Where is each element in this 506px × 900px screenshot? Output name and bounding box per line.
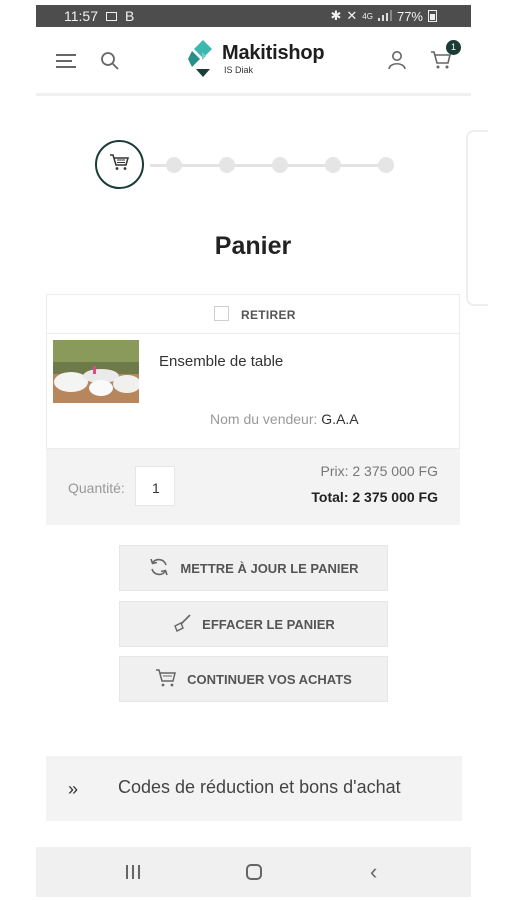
- menu-icon[interactable]: [56, 54, 76, 72]
- stepper-step: [272, 157, 288, 173]
- app-header: Makitishop IS Diak 1: [36, 27, 471, 96]
- bluetooth-icon: ✱: [330, 8, 342, 23]
- cart-icon: [155, 668, 177, 691]
- refresh-icon: [148, 556, 170, 581]
- signal-icon: [377, 9, 392, 24]
- carrier-badge: B: [125, 8, 135, 24]
- quantity-label: Quantité:: [68, 480, 125, 496]
- stepper-step: [378, 157, 394, 173]
- vendor-info: Nom du vendeur: G.A.A: [210, 411, 359, 427]
- broom-icon: [172, 613, 192, 636]
- cart-count-badge: 1: [446, 40, 461, 55]
- status-bar: 11:57 B ✱ ✕ 4G 77%: [36, 5, 471, 27]
- recent-apps-icon[interactable]: [126, 865, 140, 879]
- stepper-track: [150, 164, 386, 167]
- status-time: 11:57: [64, 8, 98, 24]
- logo-icon[interactable]: [188, 40, 218, 80]
- continue-shopping-button[interactable]: CONTINUER VOS ACHATS: [119, 656, 388, 702]
- coupons-accordion[interactable]: » Codes de réduction et bons d'achat: [46, 756, 462, 821]
- item-total: Total: 2 375 000 FG: [311, 489, 438, 505]
- continue-shopping-label: CONTINUER VOS ACHATS: [187, 671, 352, 687]
- product-thumbnail[interactable]: [53, 340, 139, 403]
- coupons-label: Codes de réduction et bons d'achat: [118, 777, 401, 797]
- cart-item-card: RETIRER Ensemble de table Nom du vendeur…: [46, 294, 460, 449]
- stepper-step: [219, 157, 235, 173]
- quantity-price-panel: Quantité: 1 Prix: 2 375 000 FG Total: 2 …: [46, 449, 460, 525]
- mute-icon: ✕: [346, 8, 358, 23]
- cart-step-icon: [109, 153, 131, 176]
- remove-checkbox[interactable]: [214, 306, 229, 321]
- back-icon[interactable]: ‹: [370, 859, 377, 885]
- stepper-step: [166, 157, 182, 173]
- clear-cart-button[interactable]: EFFACER LE PANIER: [119, 601, 388, 647]
- stepper-step: [325, 157, 341, 173]
- battery-icon: [428, 10, 437, 22]
- update-cart-label: METTRE À JOUR LE PANIER: [180, 560, 359, 576]
- remove-row: RETIRER: [47, 295, 459, 334]
- side-card-edge: [466, 130, 488, 306]
- user-icon[interactable]: [387, 50, 407, 75]
- battery-percent: 77%: [396, 8, 423, 24]
- brand-name[interactable]: Makitishop: [222, 42, 325, 65]
- page-title: Panier: [214, 232, 292, 260]
- system-nav-bar: ‹: [36, 847, 471, 897]
- clear-cart-label: EFFACER LE PANIER: [202, 616, 335, 632]
- update-cart-button[interactable]: METTRE À JOUR LE PANIER: [119, 545, 388, 591]
- item-price: Prix: 2 375 000 FG: [320, 463, 438, 479]
- network-type: 4G: [362, 11, 373, 21]
- expand-chevron-icon: »: [68, 779, 79, 799]
- brand-subtitle: IS Diak: [224, 65, 254, 75]
- gallery-notification-icon: [106, 11, 117, 21]
- product-name[interactable]: Ensemble de table: [159, 353, 283, 370]
- home-icon[interactable]: [246, 864, 262, 880]
- remove-label[interactable]: RETIRER: [241, 308, 296, 322]
- vendor-label: Nom du vendeur:: [210, 411, 318, 427]
- vendor-name: G.A.A: [321, 411, 359, 427]
- stepper-step-cart[interactable]: [95, 140, 144, 189]
- quantity-input[interactable]: 1: [135, 466, 175, 506]
- search-icon[interactable]: [100, 51, 120, 76]
